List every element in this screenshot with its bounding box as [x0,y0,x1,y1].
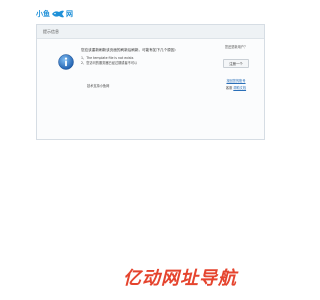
message-block: 您应该重新刷新该页面的刷新后刷新。可能有如下几个原因： 1、The templa… [81,48,221,65]
logo-suffix: 网 [66,10,73,18]
logo-text: 小鱼 [36,10,50,18]
message-title: 您应该重新刷新该页面的刷新后刷新。可能有如下几个原因： [81,48,179,52]
info-icon [58,54,74,70]
reason-item: 2、您访问的服务器已经过期或者不可以 [81,60,138,65]
reason-list: 1、The template file is not exists 2、您访问的… [81,56,221,65]
help-docs-link[interactable]: 帮助文档 [233,86,246,90]
watermark-logo: 亿动网址导航 [123,268,237,289]
help-prefix: 客服 [225,86,233,90]
help-line: 客服 帮助文档 [215,85,257,90]
panel-title: 提示信息 [37,25,264,39]
register-button[interactable]: 注册一个 [223,59,249,68]
side-box: 您还是新用户？ 注册一个 找回您的账号 客服 帮助文档 [215,45,257,90]
message-panel: 提示信息 您应该重新刷新该页面的刷新后刷新。可能有如下几个原因： 1、The t… [36,24,265,140]
fish-logo-icon [52,10,64,18]
support-text: 技术支持小鱼网 [87,84,110,88]
recover-account-link[interactable]: 找回您的账号 [215,78,257,83]
site-logo[interactable]: 小鱼 网 [36,9,73,19]
new-user-question: 您还是新用户？ [224,45,248,49]
